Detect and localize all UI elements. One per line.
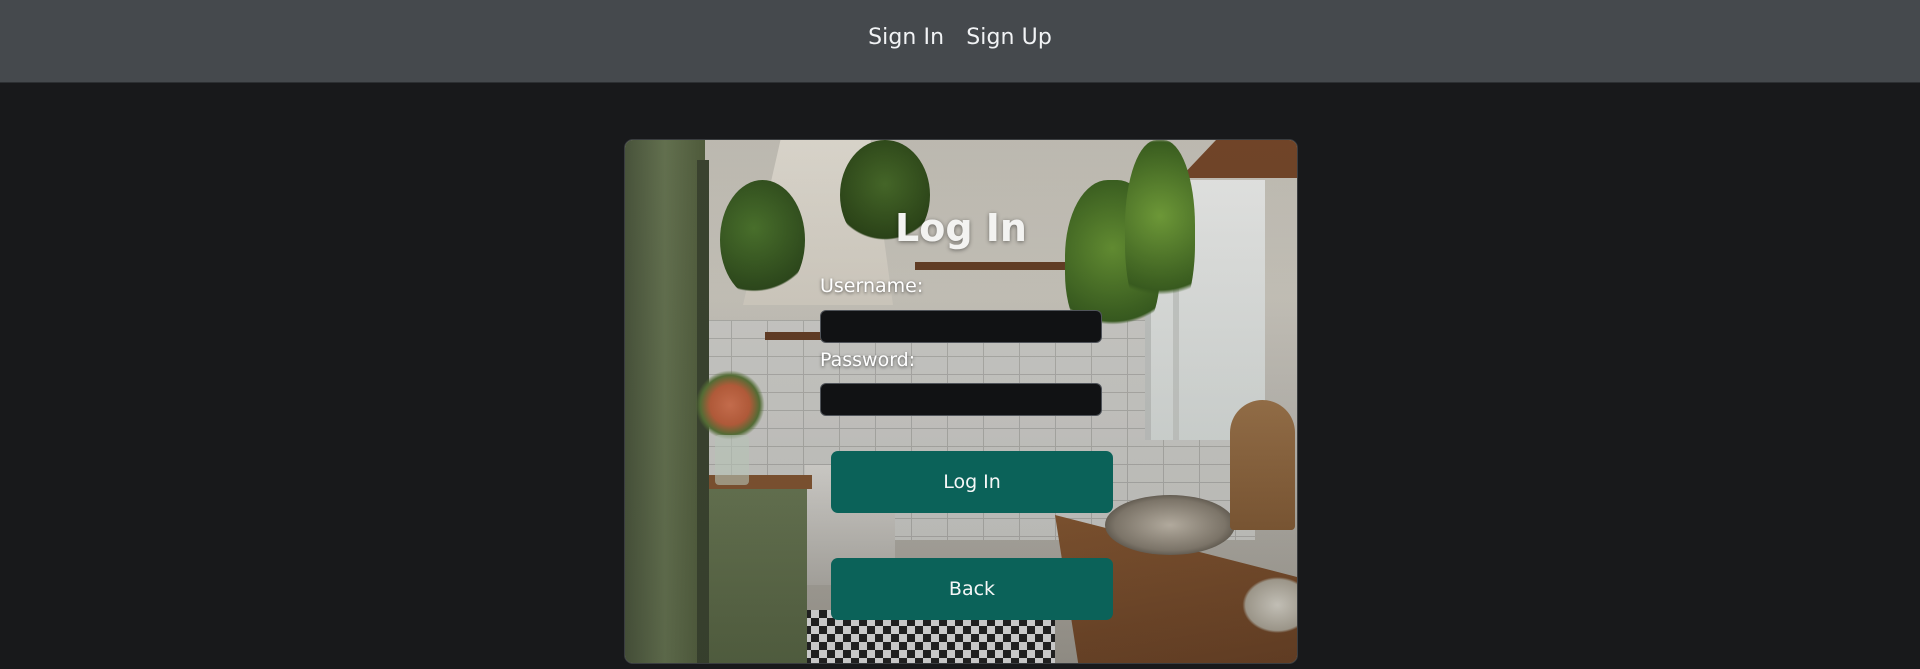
nav-sign-up-link[interactable]: Sign Up <box>966 25 1052 50</box>
top-navbar: Sign In Sign Up <box>0 0 1920 83</box>
password-label: Password: <box>820 349 916 371</box>
username-label: Username: <box>820 275 924 297</box>
login-button[interactable]: Log In <box>831 451 1113 513</box>
nav-sign-in-link[interactable]: Sign In <box>868 25 944 50</box>
password-input[interactable] <box>820 383 1102 416</box>
back-button[interactable]: Back <box>831 558 1113 620</box>
login-card: Log In Username: Password: Log In Back <box>624 139 1298 664</box>
nav-links: Sign In Sign Up <box>0 0 1920 75</box>
login-form: Log In Username: Password: Log In Back <box>625 140 1297 663</box>
username-input[interactable] <box>820 310 1102 343</box>
login-title: Log In <box>895 206 1027 250</box>
